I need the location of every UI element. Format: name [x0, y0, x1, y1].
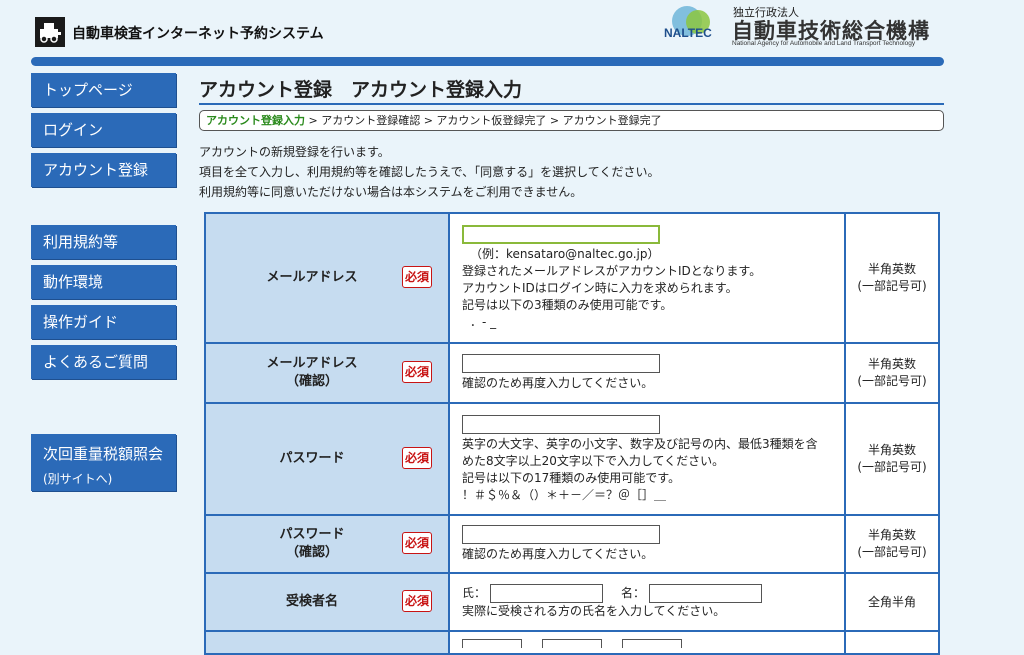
remaining-steps: > アカウント登録確認 > アカウント仮登録完了 > アカウント登録完了 [305, 114, 662, 127]
title-divider [199, 103, 944, 105]
org-english-name: National Agency for Automobile and Land … [732, 40, 916, 47]
intro-text: アカウントの新規登録を行います。 項目を全て入力し、利用規約等を確認したうえで、… [199, 145, 660, 199]
header-divider [31, 57, 944, 66]
input-type-hint: 半角英数 (一部記号可) [844, 402, 940, 516]
required-badge: 必須 [402, 361, 432, 383]
sidebar-item-label: 次回重量税額照会 [43, 445, 164, 463]
sidebar-item-guide[interactable]: 操作ガイド [31, 305, 176, 339]
sidebar-item-sublabel: (別サイトへ) [43, 472, 113, 486]
required-badge: 必須 [402, 532, 432, 554]
field-label: メールアドレス 必須 [204, 212, 450, 344]
input-type-hint: 半角英数 (一部記号可) [844, 514, 940, 574]
page-title: アカウント登録 アカウント登録入力 [199, 79, 523, 101]
next-input-1[interactable] [462, 639, 522, 648]
form-row-password-confirm: パスワード （確認） 必須 確認のため再度入力してください。 半角英数 (一部記号… [204, 514, 940, 574]
form-row-password: パスワード 必須 英字の大文字、英字の小文字、数字及び記号の内、最低3種類を含 … [204, 402, 940, 516]
input-type-hint: 半角英数 (一部記号可) [844, 212, 940, 344]
required-badge: 必須 [402, 447, 432, 469]
naltec-logo: NALTEC [664, 4, 724, 52]
current-step: アカウント登録入力 [206, 114, 305, 127]
input-type-hint: 半角英数 (一部記号可) [844, 342, 940, 404]
breadcrumb-steps: アカウント登録入力 > アカウント登録確認 > アカウント仮登録完了 > アカウ… [199, 110, 944, 131]
naltec-logo-text: NALTEC [664, 26, 712, 40]
password-confirm-input[interactable] [462, 525, 660, 544]
sidebar-item-terms[interactable]: 利用規約等 [31, 225, 176, 259]
form-row-examinee-name: 受検者名 必須 氏： 名： 実際に受検される方の氏名を入力してください。 全角半… [204, 572, 940, 632]
sidebar-item-weight-tax[interactable]: 次回重量税額照会 (別サイトへ) [31, 434, 176, 491]
next-input-3[interactable] [622, 639, 682, 648]
car-logo-icon [35, 17, 65, 47]
site-header: 自動車検査インターネット予約システム NALTEC 独立行政法人 自動車技術総合… [0, 0, 1024, 66]
last-name-label: 氏： [462, 586, 487, 600]
sidebar-item-account-register[interactable]: アカウント登録 [31, 153, 176, 187]
email-input[interactable] [462, 225, 660, 244]
sidebar-item-top-page[interactable]: トップページ [31, 73, 176, 107]
password-input[interactable] [462, 414, 660, 434]
first-name-input[interactable] [649, 584, 763, 603]
email-confirm-input[interactable] [462, 354, 660, 373]
form-row-email: メールアドレス 必須 （例：kensataro@naltec.go.jp） 登録… [204, 212, 940, 344]
last-name-input[interactable] [490, 584, 604, 603]
next-input-2[interactable] [542, 639, 602, 648]
sidebar-item-login[interactable]: ログイン [31, 113, 176, 147]
registration-form: メールアドレス 必須 （例：kensataro@naltec.go.jp） 登録… [204, 212, 940, 655]
form-row-email-confirm: メールアドレス （確認） 必須 確認のため再度入力してください。 半角英数 (一部… [204, 342, 940, 404]
field-label: メールアドレス （確認） 必須 [204, 342, 450, 404]
field-label: パスワード 必須 [204, 402, 450, 516]
required-badge: 必須 [402, 590, 432, 612]
field-label: 受検者名 必須 [204, 572, 450, 632]
input-type-hint: 全角半角 [844, 572, 940, 632]
field-label: パスワード （確認） 必須 [204, 514, 450, 574]
site-title: 自動車検査インターネット予約システム [72, 26, 324, 42]
required-badge: 必須 [402, 266, 432, 288]
sidebar-item-environment[interactable]: 動作環境 [31, 265, 176, 299]
first-name-label: 名： [621, 586, 646, 600]
form-row-next [204, 630, 940, 655]
sidebar-item-faq[interactable]: よくあるご質問 [31, 345, 176, 379]
